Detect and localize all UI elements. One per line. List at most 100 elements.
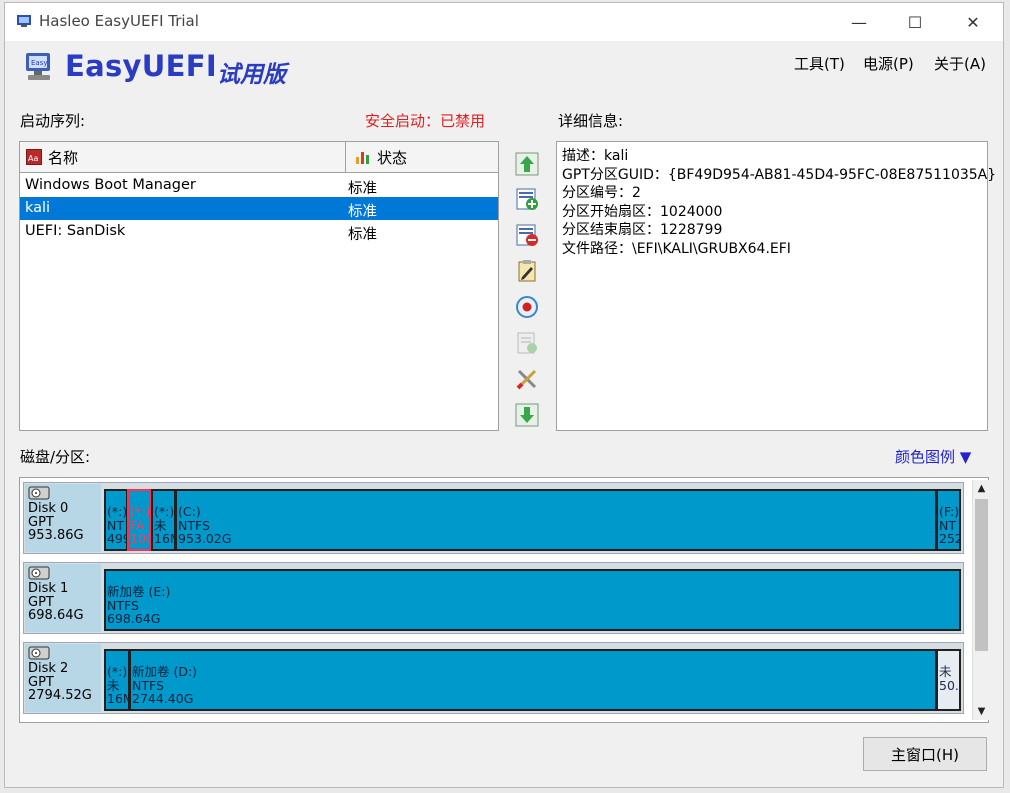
partition-size: 698.64G xyxy=(107,611,161,626)
partition-label: (*:) xyxy=(107,504,128,519)
boot-entry-rows: Windows Boot Manager 标准 kali 标准 UEFI: Sa… xyxy=(20,174,498,243)
backup-button[interactable] xyxy=(514,330,540,356)
boot-entry-list[interactable]: Aa 名称 状态 Windows Boot Manager 标准 kali 标准 xyxy=(19,141,499,431)
partition-fs: FA xyxy=(130,517,145,533)
boot-entry-status: 标准 xyxy=(348,204,377,220)
edit-entry-button[interactable] xyxy=(514,258,540,284)
disk-scrollbar[interactable]: ▲ ▼ xyxy=(972,480,990,720)
main-window-button[interactable]: 主窗口(H) xyxy=(863,737,987,771)
column-header-status[interactable]: 状态 xyxy=(347,142,497,172)
partition-label: (*:) xyxy=(154,504,175,519)
boot-entry-name: Windows Boot Manager xyxy=(25,177,196,193)
one-time-boot-button[interactable] xyxy=(514,294,540,320)
list-header: Aa 名称 状态 xyxy=(20,142,498,173)
disk-type: GPT xyxy=(28,594,54,610)
boot-entry-name: kali xyxy=(25,200,51,216)
partition-size: 499 xyxy=(107,531,126,546)
disk-2-info: Disk 2 GPT 2794.52G xyxy=(25,644,101,712)
disk-map: Disk 0 GPT 953.86G (*:) NT 499 (*:) FA 1… xyxy=(19,477,989,723)
delete-entry-icon xyxy=(516,224,538,246)
tools-icon xyxy=(516,369,537,390)
color-legend-link[interactable]: 颜色图例 ▼ xyxy=(895,446,971,467)
backup-icon xyxy=(517,332,537,354)
partition-unallocated[interactable]: 未 50. xyxy=(936,649,961,711)
partition[interactable]: (*:) 未 16M xyxy=(151,489,176,551)
partition-label: 未 xyxy=(939,664,952,679)
move-down-button[interactable] xyxy=(514,402,540,428)
column-name-label: 名称 xyxy=(48,148,79,167)
partition-label: 新加卷 (D:) xyxy=(132,664,198,679)
disk-2-row[interactable]: Disk 2 GPT 2794.52G (*:) 未 16M 新加卷 (D:) … xyxy=(23,642,964,714)
svg-text:Easy: Easy xyxy=(31,59,48,67)
hard-disk-icon xyxy=(28,486,50,500)
disk-name: Disk 1 xyxy=(28,581,69,596)
move-down-icon xyxy=(515,403,539,427)
detail-guid: GPT分区GUID：{BF49D954-AB81-45D4-95FC-08E87… xyxy=(562,166,997,183)
partition-size: 16M xyxy=(107,691,128,706)
partition-fs: 未 xyxy=(107,677,120,693)
partition-c[interactable]: (C:) NTFS 953.02G xyxy=(175,489,937,551)
disk-2-partitions: (*:) 未 16M 新加卷 (D:) NTFS 2744.40G 未 50. xyxy=(104,649,961,711)
delete-entry-button[interactable] xyxy=(514,222,540,248)
status-column-icon xyxy=(356,152,369,164)
add-entry-button[interactable] xyxy=(514,186,540,212)
disks-label: 磁盘/分区: xyxy=(20,448,91,466)
easyuefi-logo-icon: Easy xyxy=(26,53,50,80)
target-icon xyxy=(516,296,538,318)
disk-size: 953.86G xyxy=(28,528,84,543)
disk-0-row[interactable]: Disk 0 GPT 953.86G (*:) NT 499 (*:) FA 1… xyxy=(23,482,964,554)
disk-size: 2794.52G xyxy=(28,688,92,703)
partition-label: (C:) xyxy=(178,504,201,519)
detail-start-sector: 分区开始扇区：1024000 xyxy=(562,203,723,220)
scroll-down-arrow-icon[interactable]: ▼ xyxy=(973,703,990,720)
boot-entry-status: 标准 xyxy=(348,181,377,197)
menu-about[interactable]: 关于(A) xyxy=(934,53,986,74)
scroll-thumb[interactable] xyxy=(975,499,988,651)
app-window: Hasleo EasyUEFI Trial — ☐ ✕ Easy EasyUEF… xyxy=(4,2,1004,788)
boot-entry-row[interactable]: UEFI: SanDisk 标准 xyxy=(20,220,498,243)
detail-file-path: 文件路径：\EFI\KALI\GRUBX64.EFI xyxy=(562,240,791,257)
partition-f[interactable]: (F:) NT 252 xyxy=(936,489,961,551)
secure-boot-status: 安全启动：已禁用 xyxy=(365,112,486,130)
menu-tools[interactable]: 工具(T) xyxy=(794,53,845,74)
partition-d[interactable]: 新加卷 (D:) NTFS 2744.40G xyxy=(129,649,937,711)
name-column-icon: Aa xyxy=(26,149,42,165)
disk-name: Disk 0 xyxy=(28,501,69,516)
svg-text:Aa: Aa xyxy=(28,154,38,163)
partition-e[interactable]: 新加卷 (E:) NTFS 698.64G xyxy=(104,569,961,631)
column-status-label: 状态 xyxy=(377,148,408,167)
close-button[interactable]: ✕ xyxy=(945,3,1001,41)
detail-description: 描述：kali xyxy=(562,148,629,164)
partition-fs: NTFS xyxy=(178,517,210,533)
scroll-up-arrow-icon[interactable]: ▲ xyxy=(973,480,990,497)
boot-entry-row[interactable]: Windows Boot Manager 标准 xyxy=(20,174,498,197)
partition-label: (*:) xyxy=(107,664,128,679)
disk-0-partitions: (*:) NT 499 (*:) FA 100 (*:) 未 16M (C:) … xyxy=(104,489,961,551)
disk-1-row[interactable]: Disk 1 GPT 698.64G 新加卷 (E:) NTFS 698.64G xyxy=(23,562,964,634)
partition-label: 新加卷 (E:) xyxy=(107,584,171,599)
move-up-button[interactable] xyxy=(514,151,540,177)
tools-button[interactable] xyxy=(514,366,540,392)
minimize-button[interactable]: — xyxy=(831,3,887,41)
title-bar[interactable]: Hasleo EasyUEFI Trial — ☐ ✕ xyxy=(5,3,1003,41)
partition[interactable]: (*:) 未 16M xyxy=(104,649,130,711)
partition-size: 2744.40G xyxy=(132,691,194,706)
disk-name: Disk 2 xyxy=(28,661,69,676)
partition-efi-fat[interactable]: (*:) FA 100 xyxy=(127,489,152,551)
partition-fs: NTFS xyxy=(132,677,164,693)
partition[interactable]: (*:) NT 499 xyxy=(104,489,128,551)
partition-fs: 未 xyxy=(154,517,167,533)
disk-0-info: Disk 0 GPT 953.86G xyxy=(25,484,101,552)
partition-fs: NT xyxy=(939,517,956,533)
partition-fs: NT xyxy=(107,517,124,533)
menu-power[interactable]: 电源(P) xyxy=(863,53,914,74)
maximize-button[interactable]: ☐ xyxy=(887,3,943,41)
boot-entry-status: 标准 xyxy=(348,227,377,243)
partition-label: (*:) xyxy=(130,504,151,519)
partition-fs: NTFS xyxy=(107,597,139,613)
details-panel: 描述：kali GPT分区GUID：{BF49D954-AB81-45D4-95… xyxy=(556,141,997,431)
boot-entry-row-selected[interactable]: kali 标准 xyxy=(20,197,498,220)
partition-label: (F:) xyxy=(939,504,960,519)
disk-type: GPT xyxy=(28,674,54,690)
column-header-name[interactable]: Aa 名称 xyxy=(20,142,346,172)
